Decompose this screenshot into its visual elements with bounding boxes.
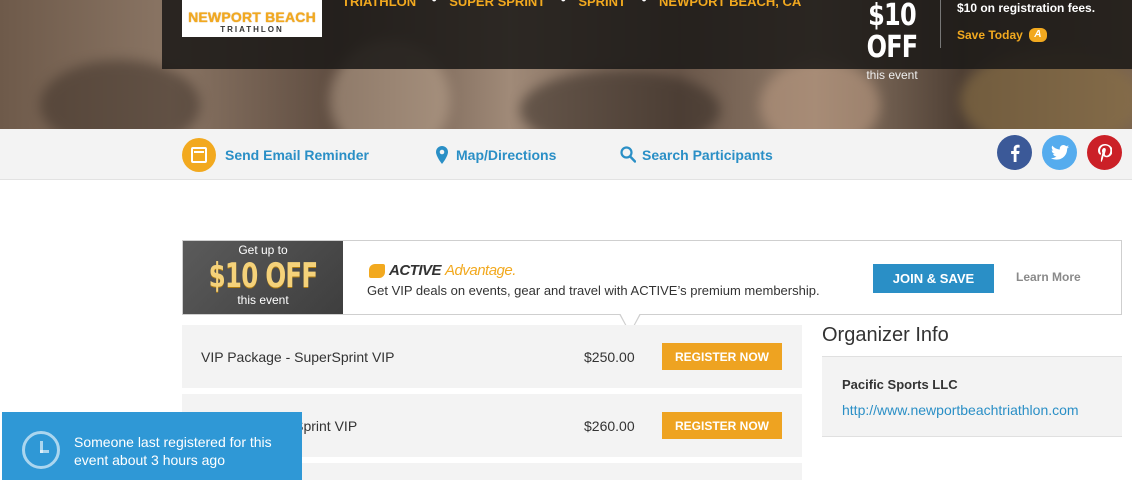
promo-divider bbox=[940, 0, 941, 48]
clock-icon bbox=[22, 431, 60, 469]
tag-location: NEWPORT BEACH, CA bbox=[659, 0, 802, 9]
logo-title: NEWPORT BEACH bbox=[188, 9, 316, 25]
learn-more-link[interactable]: Learn More bbox=[1016, 270, 1081, 284]
promo-text: $10 on registration fees. bbox=[957, 1, 1096, 15]
register-now-button[interactable]: REGISTER NOW bbox=[662, 343, 782, 370]
map-pin-icon bbox=[436, 145, 448, 164]
get-up-to-label: Get up to bbox=[238, 243, 288, 257]
tag-triathlon: TRIATHLON bbox=[342, 0, 417, 9]
search-participants-label: Search Participants bbox=[642, 146, 773, 163]
active-advantage-banner: Get up to $10 OFF this event ACTIVE Advan… bbox=[182, 240, 1122, 334]
brand-active-text: ACTIVE bbox=[389, 262, 442, 279]
facebook-icon bbox=[1010, 144, 1020, 162]
search-participants-link[interactable]: Search Participants bbox=[620, 129, 773, 180]
organizer-name: Pacific Sports LLC bbox=[842, 377, 958, 392]
organizer-website-link[interactable]: http://www.newportbeachtriathlon.com bbox=[842, 402, 1079, 418]
map-directions-link[interactable]: Map/Directions bbox=[436, 129, 556, 180]
active-logo-icon: A bbox=[1028, 28, 1047, 42]
save-today-label: Save Today bbox=[957, 28, 1023, 42]
logo-subtitle: TRIATHLON bbox=[220, 25, 284, 34]
hero-banner: NEWPORT BEACH TRIATHLON TRIATHLON ● SUPE… bbox=[0, 0, 1132, 129]
package-price: $260.00 bbox=[584, 417, 635, 434]
tag-sprint: SPRINT bbox=[578, 0, 626, 9]
join-and-save-button[interactable]: JOIN & SAVE bbox=[873, 264, 994, 293]
active-advantage-logo: ACTIVE Advantage. bbox=[369, 262, 516, 279]
advantage-description: Get VIP deals on events, gear and travel… bbox=[367, 283, 820, 298]
event-header-bar: NEWPORT BEACH TRIATHLON TRIATHLON ● SUPE… bbox=[162, 0, 1132, 82]
recent-registration-toast: Someone last registered for this event a… bbox=[2, 412, 302, 480]
twitter-icon bbox=[1050, 145, 1069, 160]
promo-amount: $10 OFF bbox=[866, 0, 919, 65]
register-now-button[interactable]: REGISTER NOW bbox=[662, 412, 782, 439]
facebook-share-button[interactable] bbox=[997, 135, 1032, 170]
brand-advantage-text: Advantage. bbox=[445, 262, 516, 279]
send-email-reminder-label: Send Email Reminder bbox=[225, 146, 369, 163]
save-today-link[interactable]: Save Today A bbox=[957, 28, 1047, 42]
pinterest-share-button[interactable] bbox=[1087, 135, 1122, 170]
event-logo[interactable]: NEWPORT BEACH TRIATHLON bbox=[182, 0, 322, 37]
bullet-icon: ● bbox=[560, 0, 566, 9]
event-tags: TRIATHLON ● SUPER SPRINT ● SPRINT ● NEWP… bbox=[342, 0, 801, 9]
discount-amount: $10 OFF bbox=[208, 256, 319, 296]
bullet-icon: ● bbox=[641, 0, 647, 9]
active-logo-icon bbox=[369, 263, 385, 278]
bullet-icon: ● bbox=[431, 0, 437, 9]
map-directions-label: Map/Directions bbox=[456, 146, 557, 163]
toast-message: Someone last registered for this event a… bbox=[74, 434, 272, 468]
twitter-share-button[interactable] bbox=[1042, 135, 1077, 170]
package-row: VIP Package - SuperSprint VIP $250.00 RE… bbox=[182, 325, 802, 388]
organizer-info-title: Organizer Info bbox=[822, 324, 949, 346]
pinterest-icon bbox=[1097, 143, 1112, 162]
action-bar: Send Email Reminder Map/Directions Searc… bbox=[0, 129, 1132, 180]
search-icon bbox=[620, 146, 636, 163]
promo-badge: $10 OFF this event bbox=[852, 0, 932, 82]
organizer-info-box: Pacific Sports LLC http://www.newportbea… bbox=[822, 356, 1122, 437]
send-email-reminder-button[interactable]: Send Email Reminder bbox=[182, 129, 369, 180]
advantage-discount-badge: Get up to $10 OFF this event bbox=[183, 241, 343, 314]
calendar-icon bbox=[182, 137, 216, 172]
package-name: VIP Package - SuperSprint VIP bbox=[201, 348, 395, 365]
event-page: NEWPORT BEACH TRIATHLON TRIATHLON ● SUPE… bbox=[0, 0, 1132, 480]
package-price: $250.00 bbox=[584, 348, 635, 365]
promo-caption: this event bbox=[866, 68, 918, 82]
tag-super-sprint: SUPER SPRINT bbox=[449, 0, 546, 9]
